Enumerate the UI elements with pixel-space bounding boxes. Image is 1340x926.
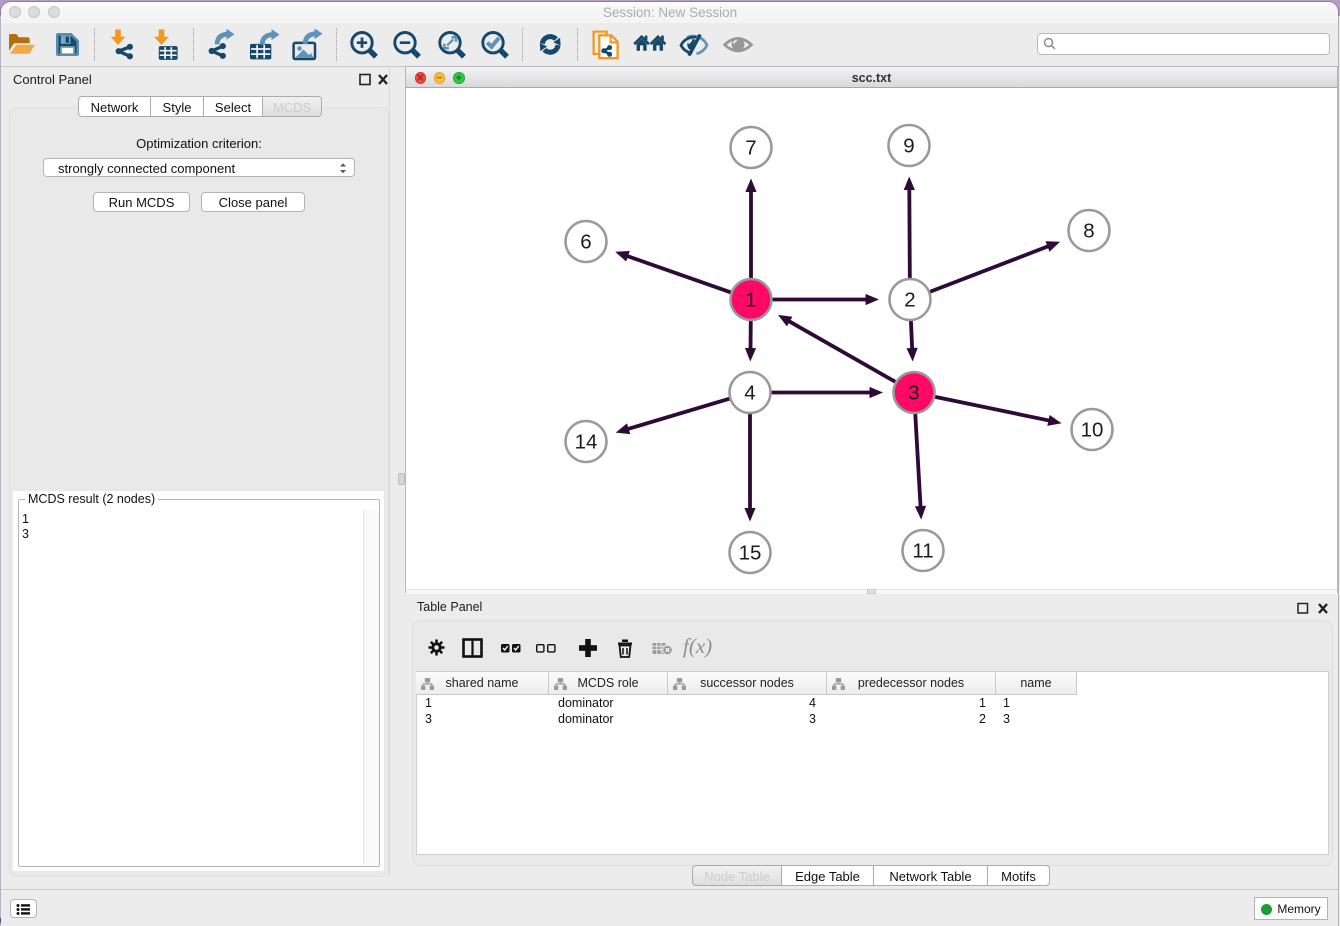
svg-text:8: 8 [1083,219,1094,242]
svg-text:2: 2 [904,288,915,311]
svg-text:10: 10 [1081,418,1104,441]
svg-text:9: 9 [903,134,914,157]
svg-text:15: 15 [739,541,762,564]
svg-text:6: 6 [580,230,591,253]
svg-text:14: 14 [575,430,598,453]
svg-text:11: 11 [912,539,933,562]
svg-text:7: 7 [745,136,756,159]
svg-text:4: 4 [744,381,755,404]
svg-text:3: 3 [908,381,919,404]
svg-text:1: 1 [745,288,756,311]
